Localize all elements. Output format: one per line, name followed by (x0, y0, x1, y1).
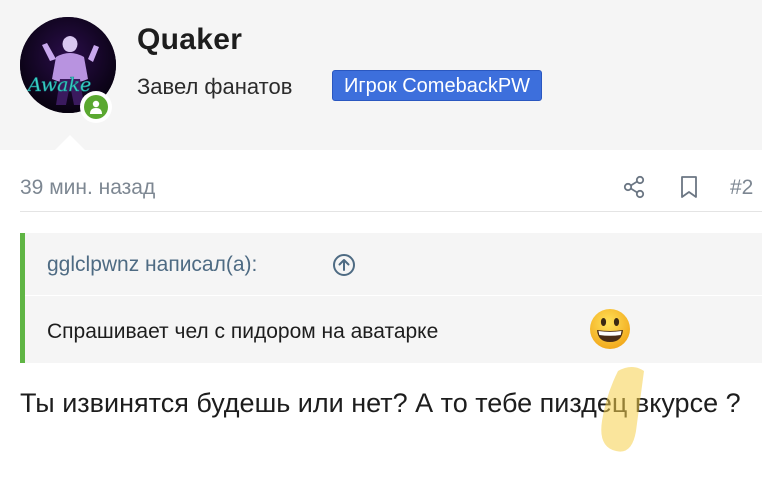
user-title: Завел фанатов (137, 74, 293, 99)
share-icon[interactable] (621, 174, 647, 200)
quote-author[interactable]: gglclpwnz написал(а): (47, 251, 257, 279)
post-timestamp[interactable]: 39 мин. назад (20, 174, 155, 202)
meta-divider (20, 211, 762, 212)
page: Awake Quaker Завел фанатов Игрок Comebac… (0, 0, 762, 493)
bookmark-icon[interactable] (676, 174, 702, 200)
online-status-indicator (80, 91, 112, 123)
highlighter-mark (601, 367, 644, 452)
avatar-wrap[interactable]: Awake (20, 17, 116, 123)
user-banner: Игрок ComebackPW (332, 70, 543, 101)
message-pointer-arrow (55, 135, 85, 150)
post-number-link[interactable]: #2 (730, 174, 753, 202)
quote-jump-up-icon[interactable] (332, 253, 356, 277)
avatar-logo-text: Awake (26, 74, 91, 96)
username[interactable]: Quaker (137, 22, 242, 58)
user-header: Awake Quaker Завел фанатов Игрок Comebac… (0, 0, 762, 150)
quote-text: Спрашивает чел с пидором на аватарке (47, 320, 439, 343)
grinning-face-emoji-icon (590, 309, 630, 349)
post-meta: 39 мин. назад #2 (0, 150, 762, 212)
quote-block: gglclpwnz написал(а): Спрашивает чел с п… (20, 233, 762, 363)
user-online-icon (90, 100, 102, 114)
quote-header-divider (25, 295, 762, 296)
